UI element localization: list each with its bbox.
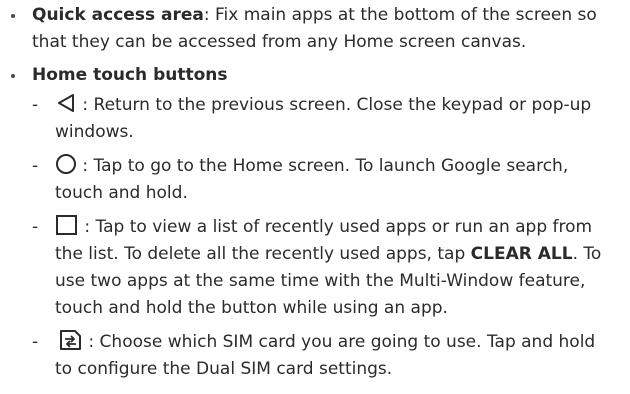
bullet-dot	[11, 14, 15, 18]
sub-item-sim: - : Choose which SIM card you are going …	[0, 329, 630, 383]
bullet-dot	[11, 74, 15, 78]
home-description: Tap to go to the Home screen. To launch …	[55, 156, 569, 203]
back-description: Return to the previous screen. Close the…	[55, 95, 592, 142]
sim-switch-icon	[55, 328, 83, 352]
sub-item-recent: - : Tap to view a list of recently used …	[0, 214, 630, 322]
manual-page: Quick access area: Fix main apps at the …	[0, 0, 630, 394]
bullet-home-touch-buttons: Home touch buttons	[0, 62, 630, 89]
sub-item-back: - : Return to the previous screen. Close…	[0, 92, 630, 146]
recent-apps-square-icon	[55, 214, 79, 236]
back-triangle-icon	[55, 92, 77, 114]
quick-access-separator: :	[203, 5, 210, 25]
sub-item-home: - : Tap to go to the Home screen. To lau…	[0, 153, 630, 207]
clear-all-label: CLEAR ALL	[470, 244, 573, 264]
home-touch-buttons-heading: Home touch buttons	[32, 65, 228, 85]
sim-description: Choose which SIM card you are going to u…	[55, 332, 596, 379]
quick-access-term: Quick access area	[32, 5, 204, 25]
home-circle-icon	[55, 153, 77, 175]
bullet-quick-access: Quick access area: Fix main apps at the …	[0, 2, 630, 56]
